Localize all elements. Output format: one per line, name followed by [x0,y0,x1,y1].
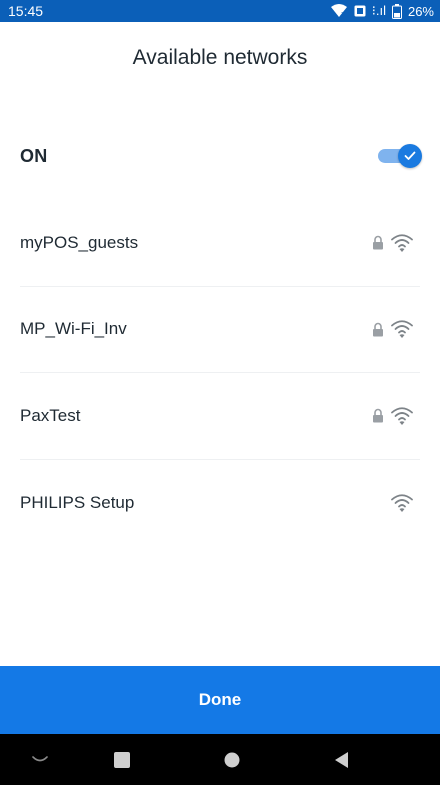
hide-keyboard-button[interactable] [28,748,52,772]
back-button[interactable] [330,748,354,772]
svg-text:x: x [341,10,345,18]
check-icon [404,151,416,160]
status-bar: 15:45 x ⁝.ıl 26% [0,0,440,22]
battery-percent: 26% [407,3,434,19]
page-title: Available networks [132,46,308,69]
wifi-icon [391,234,413,252]
done-button[interactable]: Done [0,666,440,734]
navigation-bar [0,734,440,785]
network-list: myPOS_guests MP_Wi-Fi_Inv PaxTest PHILIP… [20,200,420,546]
wifi-toggle[interactable] [376,143,422,169]
wifi-toggle-row: ON [0,130,440,182]
wifi-icon [391,407,413,425]
status-time: 15:45 [8,3,44,19]
network-name: PaxTest [20,405,81,425]
network-item[interactable]: PHILIPS Setup [20,460,420,547]
header: Available networks [0,22,440,128]
network-name: PHILIPS Setup [20,492,135,512]
recents-button[interactable] [110,748,134,772]
network-icons [390,493,414,513]
wifi-toggle-label: ON [20,145,48,166]
lock-icon [373,322,383,337]
wifi-icon [391,320,413,339]
network-item[interactable]: PaxTest [20,373,420,460]
network-icons [372,233,414,253]
home-button[interactable] [220,748,244,772]
network-icons [372,406,414,426]
lock-icon [373,409,383,423]
network-name: MP_Wi-Fi_Inv [20,319,127,339]
signal-icon: ⁝.ıl [371,3,386,18]
toggle-knob [398,144,422,168]
wifi-status-icon: x [330,4,347,18]
network-item[interactable]: MP_Wi-Fi_Inv [20,287,420,373]
lock-icon [373,236,383,250]
status-indicators: x ⁝.ıl 26% [330,3,434,19]
home-icon [224,752,240,768]
network-name: myPOS_guests [20,232,139,252]
notification-icon [354,5,366,17]
network-item[interactable]: myPOS_guests [20,200,420,287]
recents-icon [114,752,130,768]
wifi-icon [391,494,413,512]
back-icon [335,752,348,768]
network-icons [372,319,414,339]
chevron-down-icon [32,756,48,762]
battery-icon [391,3,402,19]
